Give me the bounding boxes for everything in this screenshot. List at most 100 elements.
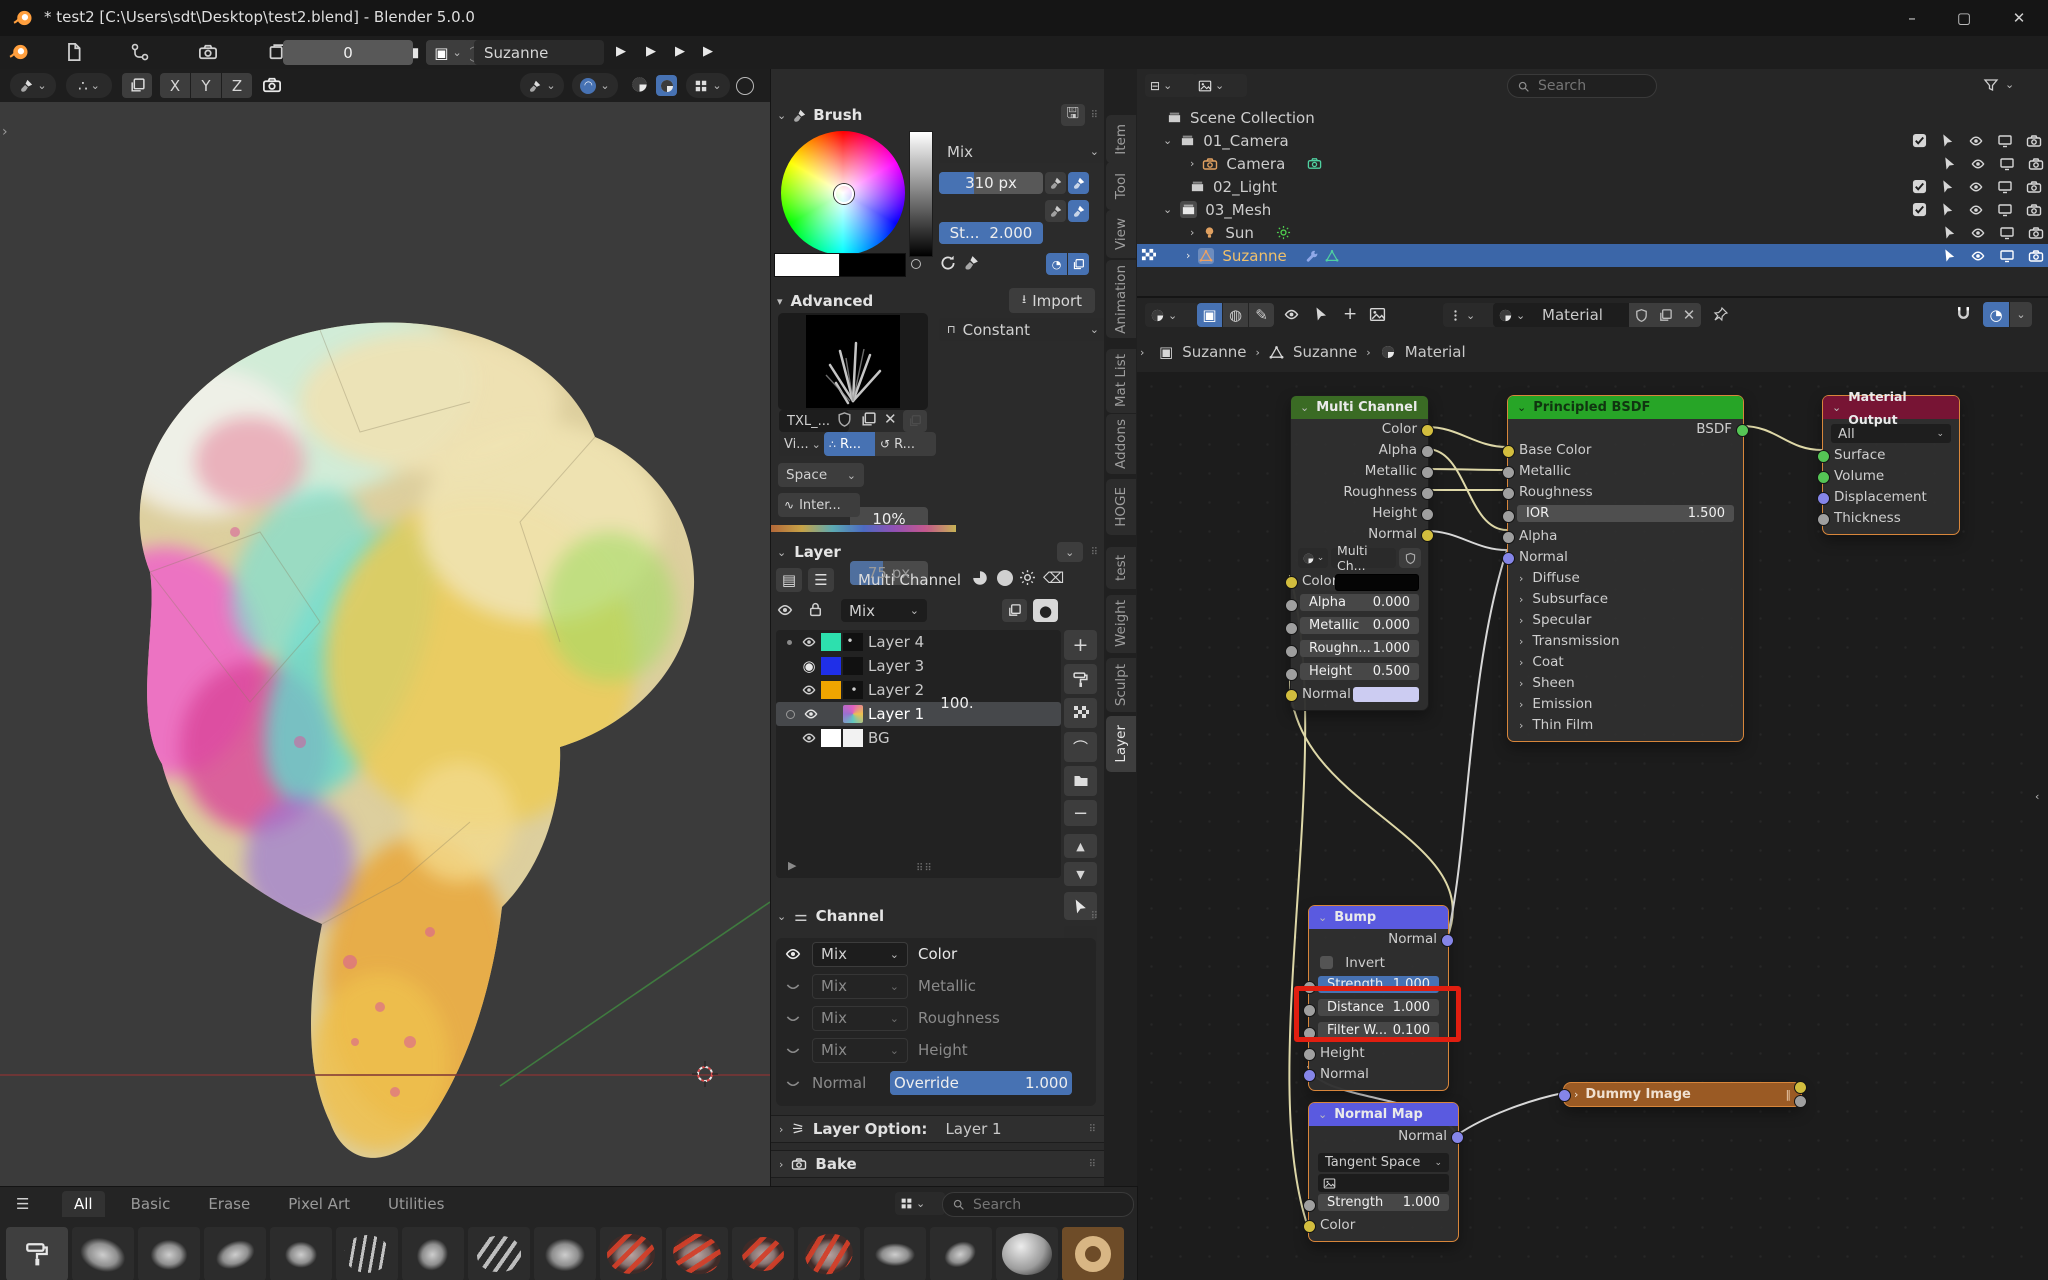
layer-thumbnail[interactable]	[843, 681, 863, 699]
selectable-icon[interactable]	[1940, 202, 1955, 217]
fake-user-shield-icon[interactable]	[836, 411, 853, 428]
outliner-filter-image-dropdown[interactable]: ⌄	[1193, 74, 1247, 97]
blend-mode-dropdown[interactable]: Mix⌄	[939, 140, 1107, 163]
solid-circle-icon[interactable]	[997, 570, 1013, 586]
color-wheel-cursor[interactable]	[834, 184, 854, 204]
collapse-icon[interactable]: ⌄	[1300, 396, 1309, 419]
tab-sculpt[interactable]: Sculpt	[1106, 658, 1136, 712]
save-brush-icon[interactable]: 🖫	[1061, 104, 1085, 126]
link-dot[interactable]	[787, 640, 792, 645]
section-diffuse[interactable]: ›Diffuse	[1508, 568, 1743, 589]
minimize-button[interactable]: –	[1886, 0, 1938, 36]
brush-thumbnail[interactable]	[402, 1227, 464, 1280]
normal-override-slider[interactable]: Override1.000	[890, 1071, 1072, 1095]
selectable-icon[interactable]	[1942, 225, 1957, 240]
outliner-row-camera[interactable]: › Camera	[1137, 152, 2048, 175]
play-next-icon[interactable]: ▶	[703, 44, 713, 59]
color-swatch[interactable]	[1335, 574, 1419, 591]
swap-colors-dot[interactable]	[911, 259, 921, 269]
tab-view[interactable]: View	[1106, 210, 1136, 258]
add-layer-button[interactable]: +	[1064, 630, 1097, 660]
texture-name[interactable]: Multi Ch...	[1331, 548, 1396, 568]
input-metallic[interactable]: Metallic0.000	[1291, 617, 1428, 638]
brush-panel-header[interactable]: ⌄ Brush 🖫 ⠿	[777, 102, 1099, 128]
viewport-disable-icon[interactable]	[1997, 179, 2013, 195]
expand-icon[interactable]: ›	[1574, 1088, 1578, 1101]
output-metallic[interactable]: Metallic	[1291, 461, 1428, 482]
pin-icon[interactable]	[1713, 306, 1729, 322]
mirror-z-button[interactable]: Z	[222, 73, 252, 98]
expand-icon[interactable]: ›	[1190, 226, 1194, 239]
layer-thumbnail[interactable]	[843, 705, 863, 723]
layer-mask-icon[interactable]: ●	[1033, 599, 1058, 622]
section-subsurface[interactable]: ›Subsurface	[1508, 589, 1743, 610]
expand-icon[interactable]: ›	[1190, 157, 1194, 170]
selectable-icon[interactable]	[1940, 133, 1955, 148]
eye-closed-icon[interactable]	[784, 1009, 802, 1027]
panel-grip[interactable]: ⠿	[1091, 110, 1099, 121]
node-header[interactable]: ⌄ Bump	[1309, 906, 1448, 929]
breadcrumb-material[interactable]: Material	[1405, 343, 1466, 361]
shading-sphere-b-icon[interactable]	[656, 75, 677, 96]
brush-thumbnail[interactable]	[336, 1227, 398, 1280]
falloff-dropdown[interactable]: ∴⌄	[66, 73, 112, 98]
falloff-toggle-icon[interactable]: ◔	[1046, 253, 1067, 275]
brush-thumbnail[interactable]	[534, 1227, 596, 1280]
layer-lock-icon[interactable]	[807, 601, 824, 618]
outliner-row-scene-collection[interactable]: Scene Collection	[1137, 106, 2048, 129]
selectable-icon[interactable]	[1942, 156, 1957, 171]
random-toggle[interactable]: ↺R...	[875, 432, 936, 456]
layer-swatch[interactable]	[821, 633, 841, 651]
unlink-texture-icon[interactable]: ✕	[884, 410, 897, 428]
input-displacement[interactable]: Displacement	[1823, 487, 1959, 508]
channel-blend-dropdown[interactable]: Mix⌄	[812, 942, 908, 967]
render-disable-icon[interactable]	[2028, 225, 2044, 241]
lineart-shader-toggle[interactable]: ✎	[1249, 303, 1274, 327]
channel-blend-dropdown[interactable]: Mix⌄	[812, 1006, 908, 1031]
space-dropdown[interactable]: Space⌄	[778, 463, 864, 487]
radius-unified-icon[interactable]	[1068, 172, 1089, 194]
material-copy-icon[interactable]	[1653, 303, 1677, 327]
collapse-icon[interactable]: ⌄	[1163, 134, 1172, 147]
layer-row[interactable]: ◉ Layer 3	[776, 654, 1061, 678]
node-header[interactable]: ⌄ Principled BSDF	[1508, 396, 1743, 419]
reset-colors-icon[interactable]	[939, 254, 957, 272]
hide-eye-icon[interactable]	[1968, 179, 1984, 195]
tab-weight[interactable]: Weight	[1106, 595, 1136, 653]
value-slider[interactable]	[909, 131, 933, 257]
node-header[interactable]: ⌄ Material Output	[1823, 396, 1959, 419]
radius-pressure-icon[interactable]	[1045, 172, 1066, 194]
invert-checkbox[interactable]: Invert	[1309, 953, 1448, 974]
channel-blend-dropdown[interactable]: Mix⌄	[812, 974, 908, 999]
outliner-search[interactable]	[1507, 74, 1657, 98]
select-cursor-icon[interactable]	[1313, 306, 1329, 322]
brush-thumbnail[interactable]	[732, 1227, 794, 1280]
brush-thumbnail[interactable]	[600, 1227, 662, 1280]
section-specular[interactable]: ›Specular	[1508, 610, 1743, 631]
tab-pixel-art[interactable]: Pixel Art	[276, 1191, 362, 1217]
brush-thumbnail[interactable]	[270, 1227, 332, 1280]
input-metallic[interactable]: Metallic	[1508, 461, 1743, 482]
outliner-row-02-light[interactable]: 02_Light	[1137, 175, 2048, 198]
collapse-icon[interactable]: ⌄	[1832, 396, 1841, 419]
collapse-icon[interactable]: ⌄	[1318, 1103, 1327, 1126]
node-sidebar-expand-icon[interactable]: ‹	[2035, 790, 2039, 803]
blender-menu-icon[interactable]	[8, 41, 30, 63]
brush-thumbnail-selected[interactable]	[1062, 1227, 1124, 1280]
image-selector[interactable]	[1318, 1174, 1449, 1192]
tab-hoge[interactable]: HOGE	[1106, 479, 1136, 535]
brush-category-tile[interactable]	[6, 1227, 68, 1280]
render-disable-icon[interactable]	[2028, 248, 2044, 264]
shelf-search[interactable]	[942, 1192, 1134, 1217]
node-material-output[interactable]: ⌄ Material Output All⌄ Surface Volume Di…	[1822, 395, 1960, 535]
proportional-snap-dropdown[interactable]: ◔ ⌄	[1983, 302, 2032, 327]
input-height[interactable]: Height0.500	[1291, 663, 1428, 684]
material-fake-user-icon[interactable]	[1629, 303, 1653, 327]
add-node-icon[interactable]: +	[1343, 304, 1357, 324]
outliner-row-03-mesh[interactable]: ⌄ 03_Mesh	[1137, 198, 2048, 221]
sidebar-expand-icon[interactable]: ›	[2, 124, 8, 140]
input-thickness[interactable]: Thickness	[1823, 508, 1959, 529]
eye-closed-icon[interactable]	[784, 977, 802, 995]
layer-eye-icon[interactable]	[776, 601, 794, 619]
overlays-dropdown[interactable]: ⌄	[686, 73, 730, 98]
